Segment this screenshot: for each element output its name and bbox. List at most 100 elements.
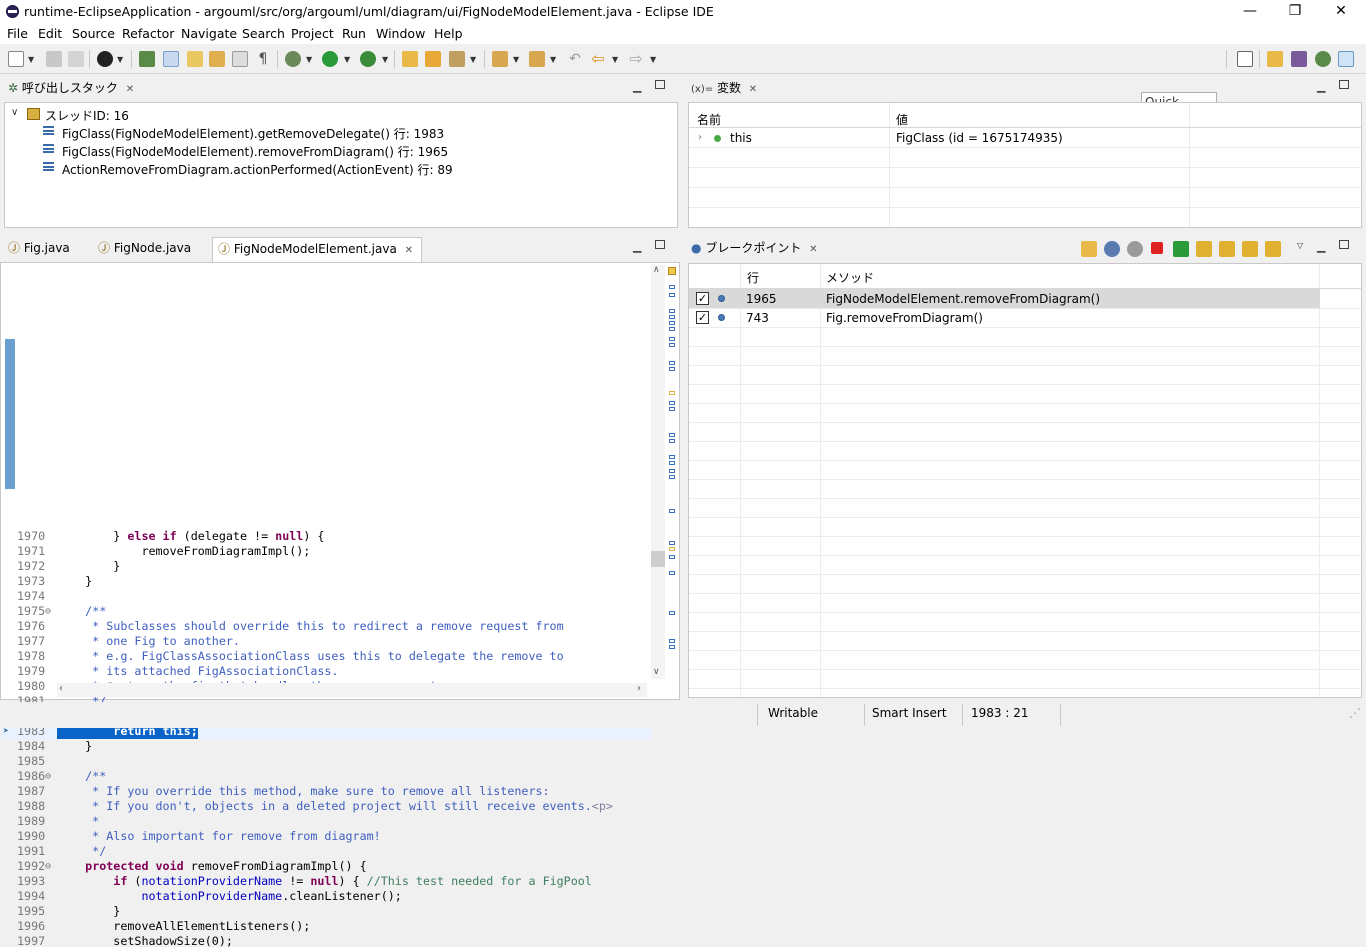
forward-dropdown-icon[interactable]: ▼ bbox=[650, 55, 656, 64]
scroll-right-icon[interactable]: › bbox=[637, 683, 641, 694]
java-perspective-icon[interactable] bbox=[1338, 51, 1354, 67]
tab-variables[interactable]: (x)= 変数 ✕ bbox=[691, 77, 757, 99]
code-line[interactable]: 1992 ⊖ protected void removeFromDiagramIm… bbox=[1, 859, 651, 874]
code-line[interactable]: 1974 bbox=[1, 589, 651, 604]
code-line[interactable]: 1986 ⊖ /** bbox=[1, 769, 651, 784]
scroll-down-icon[interactable]: ∨ bbox=[653, 667, 660, 677]
code-text[interactable]: } else if (delegate != null) { bbox=[57, 529, 324, 544]
team-dropdown-icon[interactable]: ▼ bbox=[117, 55, 123, 64]
code-text[interactable]: } bbox=[57, 574, 92, 589]
code-line[interactable]: 1971 removeFromDiagramImpl(); bbox=[1, 544, 651, 559]
code-line[interactable]: 1978 * e.g. FigClassAssociationClass use… bbox=[1, 649, 651, 664]
column-header-name[interactable]: 名前 bbox=[697, 111, 721, 128]
run-icon[interactable] bbox=[322, 51, 338, 67]
next-annotation-dropdown-icon[interactable]: ▼ bbox=[513, 55, 519, 64]
breakpoint-checkbox[interactable]: ✓ bbox=[696, 311, 709, 324]
breakpoint-method[interactable]: FigNodeModelElement.removeFromDiagram() bbox=[826, 292, 1100, 306]
code-text[interactable]: removeAllElementListeners(); bbox=[57, 919, 310, 934]
previous-annotation-icon[interactable] bbox=[529, 51, 545, 67]
overview-ruler[interactable] bbox=[667, 265, 679, 679]
code-text[interactable]: removeFromDiagramImpl(); bbox=[57, 544, 310, 559]
column-header-line[interactable]: 行 bbox=[747, 269, 759, 286]
code-text[interactable]: protected void removeFromDiagramImpl() { bbox=[57, 859, 366, 874]
status-cursor-position[interactable]: 1983 : 21 bbox=[971, 706, 1028, 720]
code-line[interactable]: 1985 bbox=[1, 754, 651, 769]
menu-file[interactable]: File bbox=[7, 26, 28, 41]
skip-all-icon[interactable] bbox=[1127, 241, 1143, 257]
expand-chevron-icon[interactable]: › bbox=[698, 132, 702, 143]
code-line[interactable]: 1991 */ bbox=[1, 844, 651, 859]
import-breakpoints-icon[interactable] bbox=[1081, 241, 1097, 257]
open-project-icon[interactable] bbox=[425, 51, 441, 67]
code-line[interactable]: 1993 if (notationProviderName != null) {… bbox=[1, 874, 651, 889]
status-insert-mode[interactable]: Smart Insert bbox=[872, 706, 947, 720]
code-line[interactable]: 1994 notationProviderName.cleanListener(… bbox=[1, 889, 651, 904]
menu-help[interactable]: Help bbox=[434, 26, 463, 41]
back-dropdown-icon[interactable]: ▼ bbox=[612, 55, 618, 64]
search-icon[interactable] bbox=[449, 51, 465, 67]
minimize-view-icon[interactable]: ▁ bbox=[633, 80, 641, 93]
next-annotation-icon[interactable] bbox=[492, 51, 508, 67]
run-external-dropdown-icon[interactable]: ▼ bbox=[382, 55, 388, 64]
skip-breakpoints-icon[interactable] bbox=[139, 51, 155, 67]
close-tab-icon[interactable]: ✕ bbox=[126, 84, 134, 95]
thread-label[interactable]: スレッドID: 16 bbox=[45, 107, 129, 124]
run-dropdown-icon[interactable]: ▼ bbox=[344, 55, 350, 64]
search-dropdown-icon[interactable]: ▼ bbox=[470, 55, 476, 64]
code-line[interactable]: 1996 removeAllElementListeners(); bbox=[1, 919, 651, 934]
close-tab-icon[interactable]: ✕ bbox=[405, 245, 413, 256]
code-text[interactable]: setShadowSize(0); bbox=[57, 934, 233, 947]
debug-dropdown-icon[interactable]: ▼ bbox=[306, 55, 312, 64]
stack-frame[interactable]: ActionRemoveFromDiagram.actionPerformed(… bbox=[62, 161, 453, 178]
last-edit-icon[interactable]: ↶ bbox=[567, 51, 583, 67]
step-into-icon[interactable] bbox=[1196, 241, 1212, 257]
menu-project[interactable]: Project bbox=[291, 26, 334, 41]
code-area[interactable]: 1970 } else if (delegate != null) {1971 … bbox=[1, 527, 651, 947]
code-line[interactable]: 1977 * one Fig to another. bbox=[1, 634, 651, 649]
team-perspective-icon[interactable] bbox=[1291, 51, 1307, 67]
stack-frame[interactable]: FigClass(FigNodeModelElement).getRemoveD… bbox=[62, 125, 444, 142]
code-line[interactable]: 1970 } else if (delegate != null) { bbox=[1, 529, 651, 544]
code-line[interactable]: 1987 * If you override this method, make… bbox=[1, 784, 651, 799]
toggle-highlight-icon[interactable] bbox=[163, 51, 179, 67]
code-text[interactable]: * Subclasses should override this to red… bbox=[57, 619, 563, 634]
drop-to-frame-icon[interactable] bbox=[1265, 241, 1281, 257]
close-tab-icon[interactable]: ✕ bbox=[749, 84, 757, 95]
code-text[interactable]: * Also important for remove from diagram… bbox=[57, 829, 381, 844]
menu-window[interactable]: Window bbox=[376, 26, 425, 41]
breakpoint-method[interactable]: Fig.removeFromDiagram() bbox=[826, 311, 983, 325]
java-editor[interactable]: 1970 } else if (delegate != null) {1971 … bbox=[0, 262, 680, 947]
breakpoint-checkbox[interactable]: ✓ bbox=[696, 292, 709, 305]
code-text[interactable]: if (notationProviderName != null) { //Th… bbox=[57, 874, 592, 889]
open-folder-icon[interactable] bbox=[402, 51, 418, 67]
code-text[interactable]: } bbox=[57, 904, 120, 919]
maximize-view-icon[interactable] bbox=[1339, 240, 1349, 249]
fold-toggle-icon[interactable]: ⊖ bbox=[45, 859, 51, 874]
code-text[interactable]: } bbox=[57, 739, 92, 754]
code-line[interactable]: 1995 } bbox=[1, 904, 651, 919]
code-text[interactable]: } bbox=[57, 559, 120, 574]
minimize-view-icon[interactable]: ▁ bbox=[633, 240, 641, 253]
maximize-view-icon[interactable] bbox=[655, 240, 665, 249]
code-line[interactable]: 1989 * bbox=[1, 814, 651, 829]
code-text[interactable]: /** bbox=[57, 604, 106, 619]
link-breakpoints-icon[interactable] bbox=[1104, 241, 1120, 257]
code-line[interactable]: 1990 * Also important for remove from di… bbox=[1, 829, 651, 844]
maximize-view-icon[interactable] bbox=[1339, 80, 1349, 89]
code-line[interactable]: 1988 * If you don't, objects in a delete… bbox=[1, 799, 651, 814]
back-icon[interactable]: ⇦ bbox=[590, 51, 606, 67]
open-type-icon[interactable] bbox=[187, 51, 203, 67]
close-tab-icon[interactable]: ✕ bbox=[809, 244, 817, 255]
open-task-icon[interactable] bbox=[209, 51, 225, 67]
minimize-view-icon[interactable]: ▁ bbox=[1317, 240, 1325, 253]
open-perspective-icon[interactable] bbox=[1237, 51, 1253, 67]
code-text[interactable]: * If you override this method, make sure… bbox=[57, 784, 549, 799]
code-line[interactable]: 1972 } bbox=[1, 559, 651, 574]
column-header-value[interactable]: 値 bbox=[896, 111, 908, 128]
show-whitespace-icon[interactable]: ¶ bbox=[255, 51, 271, 67]
tab-fig-java[interactable]: Ⓙ Fig.java bbox=[8, 237, 70, 259]
maximize-view-icon[interactable] bbox=[655, 80, 665, 89]
tab-fignodemodelelement-java[interactable]: Ⓙ FigNodeModelElement.java ✕ bbox=[212, 237, 423, 263]
terminate-icon[interactable] bbox=[1151, 242, 1163, 254]
code-text[interactable]: * its attached FigAssociationClass. bbox=[57, 664, 338, 679]
